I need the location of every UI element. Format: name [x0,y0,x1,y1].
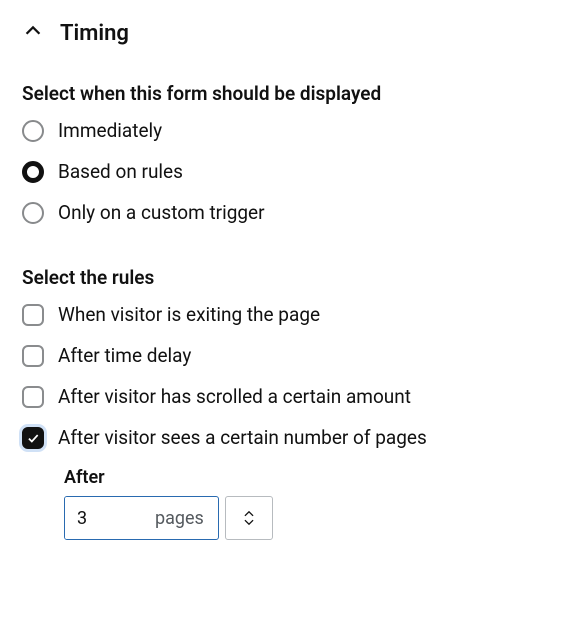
radio-icon [22,202,44,224]
page-count-control: pages [64,496,273,540]
section-title: Timing [60,21,129,46]
checkbox-icon [22,304,44,326]
chevron-up-icon [22,20,44,46]
rules-group: Select the rules When visitor is exiting… [22,266,540,540]
page-count-input-box: pages [64,496,219,540]
radio-option-immediately[interactable]: Immediately [22,119,540,142]
checkbox-label: When visitor is exiting the page [58,303,320,326]
rules-label: Select the rules [22,266,540,289]
radio-option-based-on-rules[interactable]: Based on rules [22,160,540,183]
radio-label: Only on a custom trigger [58,201,265,224]
rule-checkbox-time-delay[interactable]: After time delay [22,344,540,367]
page-count-input[interactable] [65,497,155,539]
page-views-config: After pages [64,467,540,540]
radio-icon [22,120,44,142]
checkbox-icon [22,386,44,408]
display-timing-label: Select when this form should be displaye… [22,82,540,105]
page-count-unit: pages [155,508,218,529]
chevron-up-icon [242,509,256,518]
checkbox-icon [22,345,44,367]
radio-label: Immediately [58,119,162,142]
page-count-stepper[interactable] [225,496,273,540]
rule-checkbox-scroll-amount[interactable]: After visitor has scrolled a certain amo… [22,385,540,408]
page-views-after-label: After [64,467,540,488]
section-header[interactable]: Timing [22,20,540,46]
rule-checkbox-page-views[interactable]: After visitor sees a certain number of p… [22,426,540,449]
display-timing-group: Select when this form should be displaye… [22,82,540,224]
checkbox-icon [22,427,44,449]
rule-checkbox-exit-intent[interactable]: When visitor is exiting the page [22,303,540,326]
checkbox-label: After visitor sees a certain number of p… [58,426,427,449]
checkbox-label: After time delay [58,344,191,367]
radio-option-custom-trigger[interactable]: Only on a custom trigger [22,201,540,224]
chevron-down-icon [242,518,256,527]
radio-label: Based on rules [58,160,183,183]
radio-icon [22,161,44,183]
checkbox-label: After visitor has scrolled a certain amo… [58,385,411,408]
